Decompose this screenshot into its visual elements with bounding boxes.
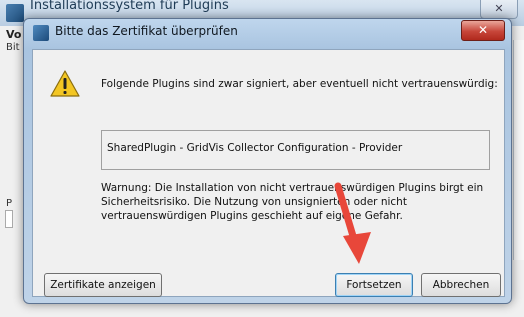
background-control-fragment [5,210,13,228]
security-warning-text: Warnung: Die Installation von nicht vert… [101,182,484,222]
background-right-panel [513,40,524,260]
plugin-list-item[interactable]: SharedPlugin - GridVis Collector Configu… [107,142,402,154]
trust-message: Folgende Plugins sind zwar signiert, abe… [101,78,498,90]
background-label-fragment: P [6,198,13,209]
certificate-dialog: Bitte das Zertifikat überprüfen ✕ Folgen… [23,18,512,304]
background-close-button[interactable]: ✕ [480,0,518,19]
dialog-body: Folgende Plugins sind zwar signiert, abe… [32,49,505,297]
cancel-button[interactable]: Abbrechen [421,273,501,297]
plugin-list: SharedPlugin - GridVis Collector Configu… [101,130,490,170]
app-icon [6,4,24,22]
continue-button[interactable]: Fortsetzen [335,273,413,297]
dialog-close-button[interactable]: ✕ [461,20,505,41]
warning-icon [50,70,80,97]
dialog-title: Bitte das Zertifikat überprüfen [55,24,238,38]
show-certificates-button[interactable]: Zertifikate anzeigen [44,273,162,297]
background-heading-fragment: Vo [6,28,22,41]
dialog-app-icon [33,25,49,41]
background-subtext-fragment: Bit [6,42,20,53]
background-window-title: Installationssystem für Plugins [30,0,229,13]
